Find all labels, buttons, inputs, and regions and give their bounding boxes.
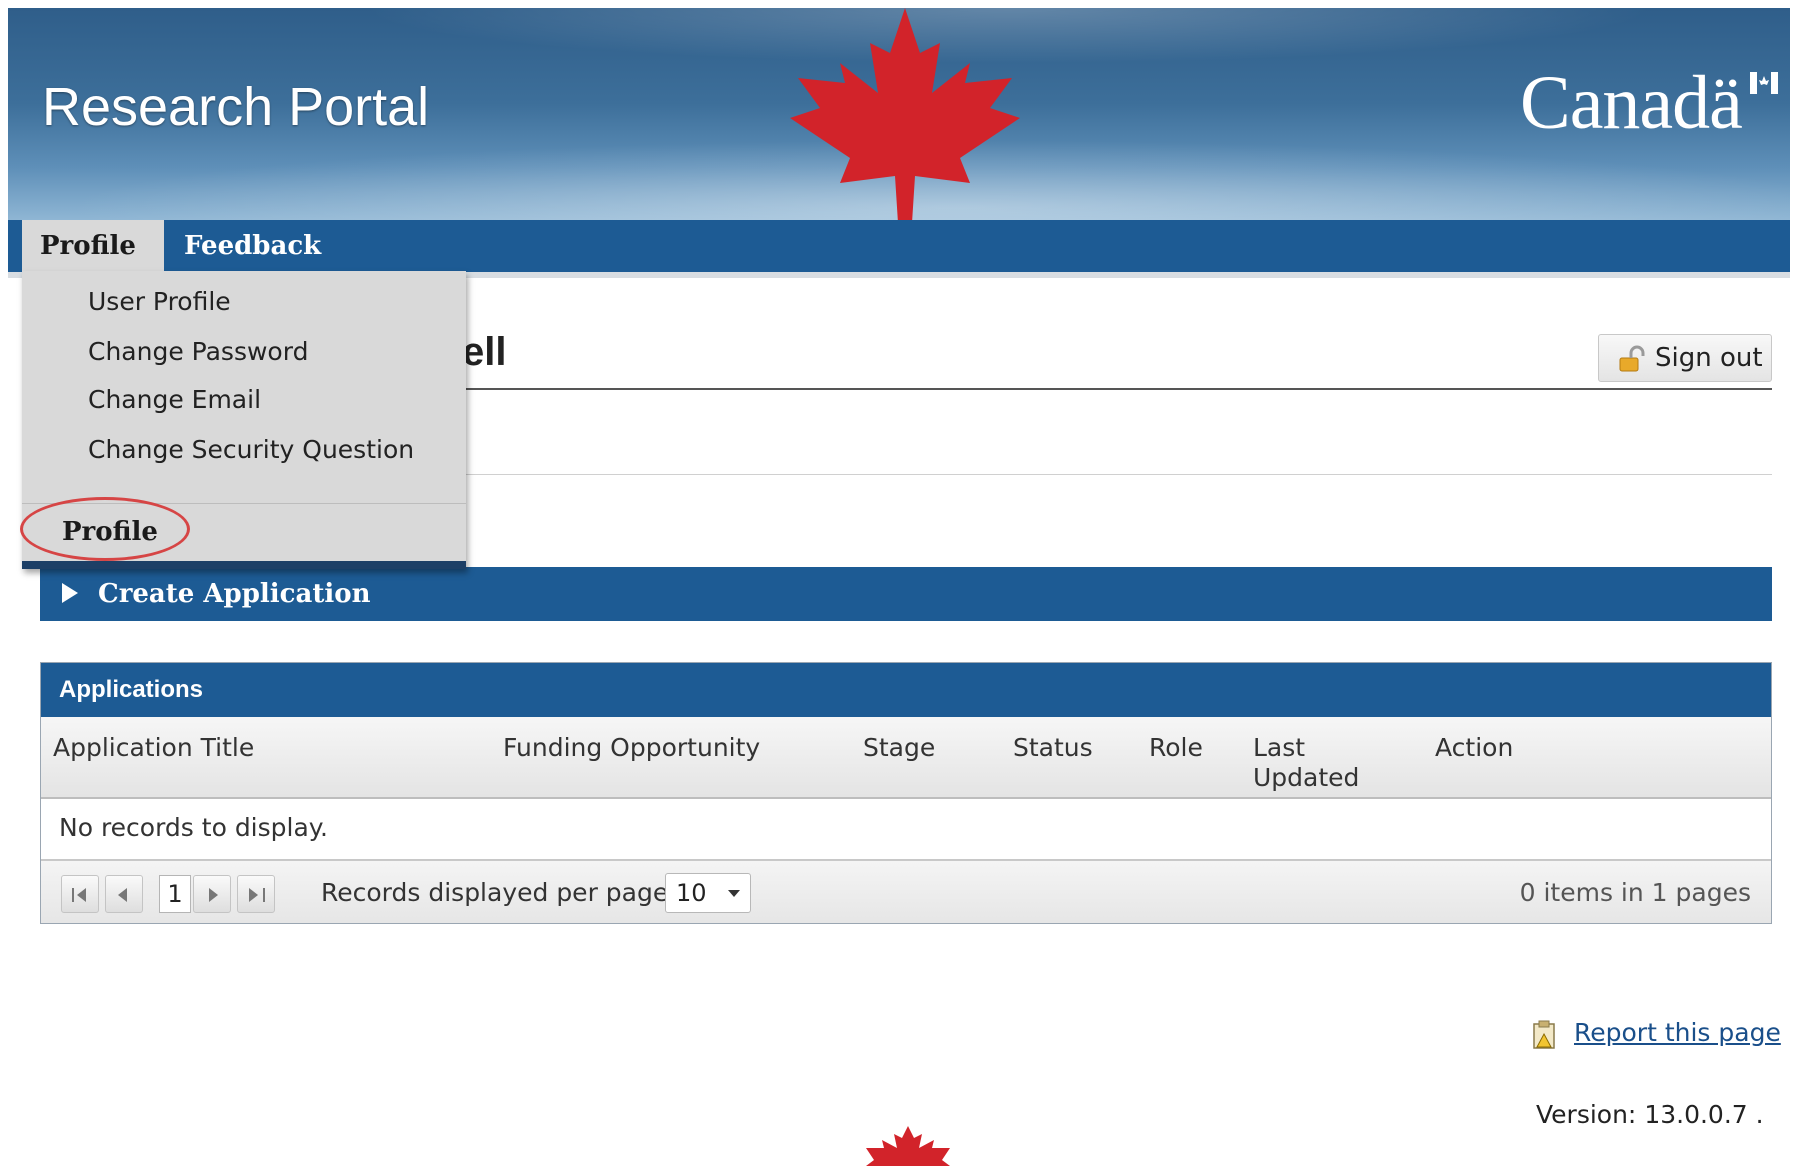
column-last-updated-line1: Last: [1253, 733, 1306, 762]
grid-column-headers: Application Title Funding Opportunity St…: [41, 717, 1771, 799]
column-stage[interactable]: Stage: [863, 733, 935, 763]
column-funding-opportunity[interactable]: Funding Opportunity: [503, 733, 760, 763]
maple-leaf-icon: [790, 8, 1020, 220]
page-edge-top: [0, 0, 1806, 8]
sign-out-button[interactable]: Sign out: [1598, 334, 1772, 382]
page-heading: ell: [462, 330, 507, 374]
empty-message: No records to display.: [59, 813, 328, 842]
first-page-icon: [72, 888, 74, 902]
per-page-value: 10: [676, 879, 707, 907]
menu-item-change-password[interactable]: Change Password: [88, 337, 308, 367]
menu-item-user-profile[interactable]: User Profile: [88, 287, 231, 317]
column-role[interactable]: Role: [1149, 733, 1203, 763]
menu-item-change-security-question[interactable]: Change Security Question: [88, 435, 414, 465]
main-navbar: Profile Feedback: [8, 220, 1790, 303]
applications-title: Applications: [41, 663, 1771, 717]
chevron-down-icon: [728, 890, 740, 897]
expand-arrow-icon: [62, 583, 78, 603]
header-banner: Research Portal Canadä: [8, 8, 1790, 220]
nav-feedback[interactable]: Feedback: [166, 220, 338, 272]
grid-pager: 1 Records displayed per page: 10 0 items…: [41, 861, 1771, 923]
page-edge-left: [0, 0, 8, 1159]
previous-page-icon: [118, 888, 127, 902]
create-application-label: Create Application: [98, 579, 371, 609]
footer-maple-leaf-icon: [866, 1126, 950, 1166]
column-last-updated-line2: Updated: [1253, 763, 1360, 792]
last-page-arrow-icon: [249, 888, 258, 902]
pager-summary: 0 items in 1 pages: [1519, 878, 1751, 907]
nav-profile-menu[interactable]: Profile: [22, 220, 164, 303]
unlock-icon: [1619, 345, 1645, 372]
previous-page-button[interactable]: [105, 875, 143, 913]
current-page-number[interactable]: 1: [159, 875, 191, 913]
column-status[interactable]: Status: [1013, 733, 1093, 763]
next-page-button[interactable]: [193, 875, 231, 913]
menu-item-change-email[interactable]: Change Email: [88, 385, 261, 415]
version-label: Version:: [1536, 1100, 1637, 1129]
per-page-select[interactable]: 10: [665, 873, 751, 913]
version-info: Version: 13.0.0.7 .: [1536, 1100, 1764, 1129]
canada-wordmark: Canadä: [1520, 61, 1743, 145]
highlight-ellipse: [20, 497, 190, 561]
create-application-bar[interactable]: Create Application: [40, 567, 1772, 621]
first-page-button[interactable]: [61, 875, 99, 913]
per-page-label: Records displayed per page:: [321, 878, 677, 907]
version-value: 13.0.0.7 .: [1644, 1100, 1764, 1129]
column-last-updated[interactable]: Last Updated: [1253, 733, 1359, 793]
profile-dropdown-menu: User Profile Change Password Change Emai…: [20, 271, 466, 569]
report-page-link[interactable]: Report this page: [1574, 1018, 1781, 1047]
column-application-title[interactable]: Application Title: [53, 733, 254, 763]
last-page-button[interactable]: [237, 875, 275, 913]
canada-flag-icon: [1750, 72, 1778, 94]
applications-grid: Applications Application Title Funding O…: [40, 662, 1772, 924]
sign-out-label: Sign out: [1655, 343, 1763, 373]
site-title[interactable]: Research Portal: [42, 76, 429, 138]
next-page-icon: [209, 888, 218, 902]
last-page-icon: [263, 888, 265, 902]
report-icon: [1533, 1020, 1555, 1049]
nav-profile-label: Profile: [40, 231, 136, 261]
column-action: Action: [1435, 733, 1514, 762]
grid-empty-row: No records to display.: [41, 799, 1771, 861]
first-page-arrow-icon: [77, 888, 86, 902]
